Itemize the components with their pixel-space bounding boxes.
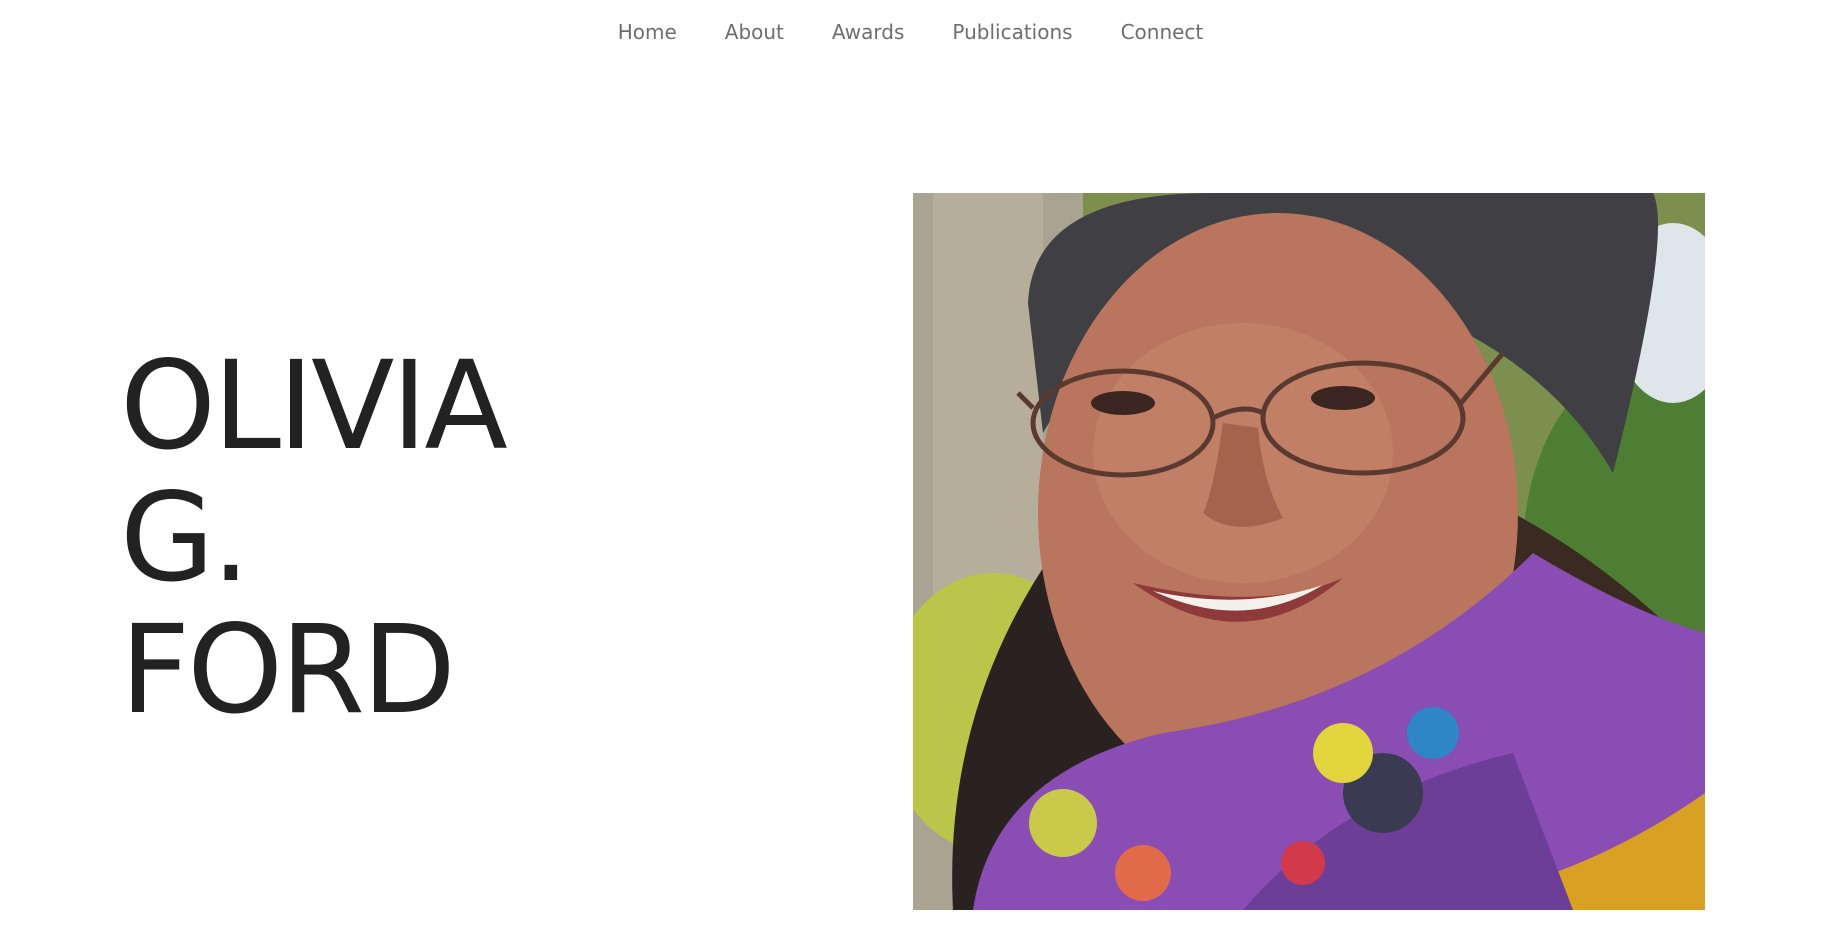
hero-name-line-first: OLIVIA [120, 335, 508, 477]
hero-name-heading: OLIVIA G. FORD [120, 335, 508, 741]
top-navigation: Home About Awards Publications Connect [0, 18, 1821, 46]
nav-link-connect[interactable]: Connect [1097, 18, 1228, 46]
portrait-image [913, 193, 1705, 910]
hero-name-line-middle: G. [120, 467, 250, 609]
hero-name-line-last: FORD [120, 599, 456, 741]
nav-link-home[interactable]: Home [594, 18, 701, 46]
nav-link-about[interactable]: About [701, 18, 808, 46]
portrait-illustration [913, 193, 1705, 910]
nav-link-awards[interactable]: Awards [808, 18, 928, 46]
nav-link-publications[interactable]: Publications [928, 18, 1096, 46]
